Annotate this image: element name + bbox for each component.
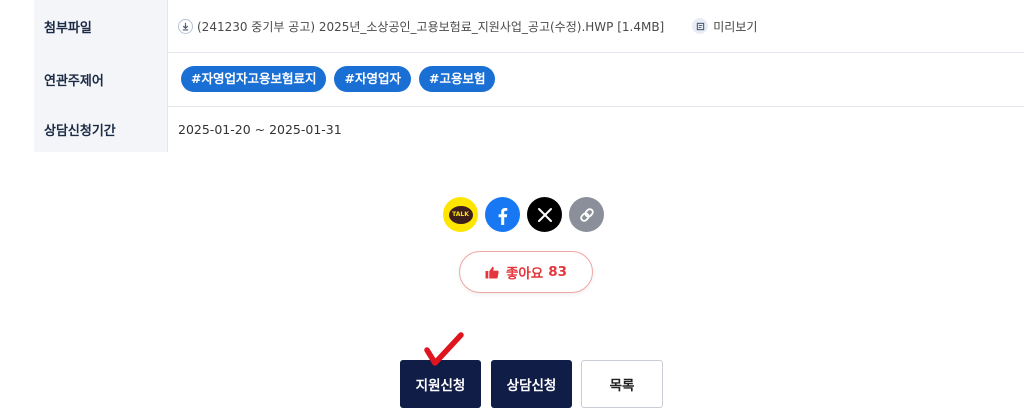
- like-count: 83: [548, 264, 568, 280]
- consult-period-value: 2025-01-20 ~ 2025-01-31: [178, 121, 342, 137]
- consult-period-label: 상담신청기간: [34, 106, 168, 152]
- facebook-share-button[interactable]: [485, 197, 520, 232]
- kakaotalk-icon: TALK: [448, 205, 473, 224]
- consult-button[interactable]: 상담신청: [491, 360, 572, 408]
- preview-button[interactable]: 미리보기: [692, 18, 757, 35]
- consult-period-row: 상담신청기간 2025-01-20 ~ 2025-01-31: [34, 106, 1024, 152]
- x-icon: [537, 207, 552, 222]
- like-label: 좋아요: [505, 266, 544, 282]
- related-topics-row: 연관주제어 #자영업자고용보험료지 #자영업자 #고용보험: [34, 52, 1024, 107]
- attachment-cell: (241230 중기부 공고) 2025년_소상공인_고용보험료_지원사업_공고…: [168, 0, 1024, 52]
- attachment-row: 첨부파일 (241230 중기부 공고) 2025년_소상공인_고용보험료_지원…: [34, 0, 1024, 53]
- tags-cell: #자영업자고용보험료지 #자영업자 #고용보험: [168, 52, 1024, 106]
- list-button[interactable]: 목록: [581, 360, 663, 408]
- document-icon: [692, 18, 709, 34]
- related-topics-label: 연관주제어: [34, 52, 168, 106]
- copy-link-button[interactable]: [569, 197, 604, 232]
- tag-self-employed-insurance[interactable]: #자영업자고용보험료지: [181, 66, 327, 92]
- preview-label: 미리보기: [713, 19, 758, 34]
- attachment-file-link[interactable]: (241230 중기부 공고) 2025년_소상공인_고용보험료_지원사업_공고…: [197, 18, 664, 35]
- link-icon: [579, 207, 594, 222]
- download-icon[interactable]: [178, 18, 193, 34]
- red-check-mark-icon: [424, 332, 464, 366]
- tag-employment-insurance[interactable]: #고용보험: [418, 66, 496, 92]
- thumbs-up-icon: [485, 266, 499, 278]
- share-buttons: TALK: [443, 197, 604, 232]
- attachment-label: 첨부파일: [34, 0, 168, 52]
- tag-self-employed[interactable]: #자영업자: [334, 66, 411, 92]
- like-button[interactable]: 좋아요 83: [459, 251, 593, 293]
- facebook-icon: [498, 207, 507, 225]
- x-share-button[interactable]: [527, 197, 562, 232]
- kakaotalk-share-button[interactable]: TALK: [443, 197, 478, 232]
